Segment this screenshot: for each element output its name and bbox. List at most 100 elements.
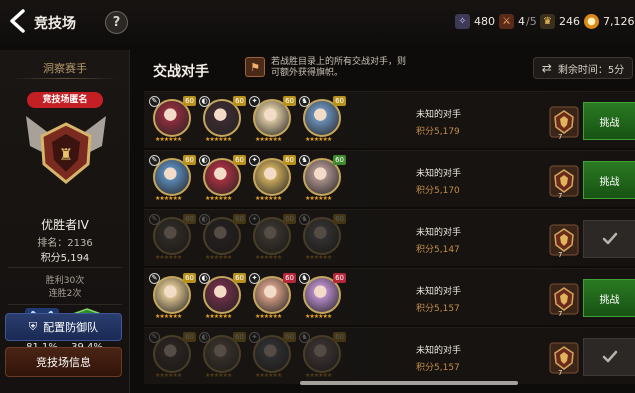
completed-button[interactable] [583,220,635,258]
resource-crest[interactable]: ✧ 480 [455,14,495,29]
opponent-row[interactable]: ✎ 60 ★★★★★★ ◐ 60 ★★★★★★ ✦ 60 ★★★★★★ ♞ 60 ★★★★★★ 未知的对… [144,327,635,384]
hero-portrait[interactable]: ◐ 60 ★★★★★★ [199,332,246,379]
hero-portrait[interactable]: ✎ 60 ★★★★★★ [149,96,196,143]
hero-portrait[interactable]: ◐ 60 ★★★★★★ [199,155,246,202]
hero-portrait[interactable]: ♞ 60 ★★★★★★ [299,273,346,320]
hero-level: 60 [233,214,246,224]
hero-class-icon: ✎ [149,155,160,166]
star-rating-icon: ★★★★★★ [255,254,282,261]
hero-portrait[interactable]: ✎ 60 ★★★★★★ [149,214,196,261]
hero-level: 60 [183,332,196,342]
hero-portrait[interactable]: ✎ 60 ★★★★★★ [149,273,196,320]
crown-icon: ♛ [540,14,555,29]
hero-level: 60 [283,155,296,165]
star-rating-icon: ★★★★★★ [205,313,232,320]
hero-level: 60 [183,214,196,224]
medal-count: 7 [558,310,563,318]
hero-class-icon: ♞ [299,332,310,343]
win-streak: 连胜2次 [48,289,82,299]
opponent-row[interactable]: ✎ 60 ★★★★★★ ◐ 60 ★★★★★★ ✦ 60 ★★★★★★ ♞ 60 ★★★★★★ 未知的对… [144,268,635,325]
opponent-row[interactable]: ✎ 60 ★★★★★★ ◐ 60 ★★★★★★ ✦ 60 ★★★★★★ ♞ 60 ★★★★★★ 未知的对… [144,209,635,266]
hero-portrait[interactable]: ✦ 60 ★★★★★★ [249,96,296,143]
hero-portrait[interactable]: ◐ 60 ★★★★★★ [199,96,246,143]
hero-lineup: ✎ 60 ★★★★★★ ◐ 60 ★★★★★★ ✦ 60 ★★★★★★ ♞ 60 ★★★★★★ [149,332,346,379]
gold-coin-icon: ● [584,14,599,29]
opponent-name: 未知的对手 [416,228,462,238]
top-bar: 竞技场 ? ✧ 480 ⚔ 4/5 ♛ 246 ● 7,126,9 [0,0,635,44]
hero-class-icon: ◐ [199,96,210,107]
hero-portrait[interactable]: ♞ 60 ★★★★★★ [299,96,346,143]
hero-portrait[interactable]: ♞ 60 ★★★★★★ [299,155,346,202]
hero-class-icon: ✎ [149,332,160,343]
star-rating-icon: ★★★★★★ [205,254,232,261]
arena-info-button[interactable]: 竞技场信息 [5,347,122,377]
medal-count: 7 [558,369,563,377]
rank-medal-icon [549,106,579,138]
resource-gold[interactable]: ● 7,126,9 [584,14,635,29]
hero-class-icon: ✦ [249,214,260,225]
hero-portrait[interactable]: ✎ 60 ★★★★★★ [149,155,196,202]
rank-medal-icon [549,224,579,256]
checkmark-icon [602,232,617,245]
hero-class-icon: ◐ [199,332,210,343]
challenge-button[interactable]: 挑战 [583,102,635,140]
button-label: 配置防御队 [43,321,99,334]
star-rating-icon: ★★★★★★ [255,372,282,379]
help-button[interactable]: ? [105,11,128,34]
star-rating-icon: ★★★★★★ [305,372,332,379]
hero-level: 60 [333,332,346,342]
resource-value: 246 [559,15,580,28]
hero-level: 60 [233,155,246,165]
button-label: 竞技场信息 [36,356,91,369]
rank-emblem-icon: ♜ [26,116,106,184]
medal-count: 7 [558,192,563,200]
hero-portrait[interactable]: ♞ 60 ★★★★★★ [299,332,346,379]
resource-crown[interactable]: ♛ 246 [540,14,580,29]
star-rating-icon: ★★★★★★ [305,195,332,202]
hero-lineup: ✎ 60 ★★★★★★ ◐ 60 ★★★★★★ ✦ 60 ★★★★★★ ♞ 60 ★★★★★★ [149,273,346,320]
hero-portrait[interactable]: ◐ 60 ★★★★★★ [199,273,246,320]
scroll-indicator[interactable] [300,381,518,385]
hero-lineup: ✎ 60 ★★★★★★ ◐ 60 ★★★★★★ ✦ 60 ★★★★★★ ♞ 60 ★★★★★★ [149,155,346,202]
resource-value: 4 [518,15,525,28]
hero-portrait[interactable]: ◐ 60 ★★★★★★ [199,214,246,261]
hero-class-icon: ✎ [149,214,160,225]
win-record: 胜利30次 连胜2次 [0,275,130,301]
opponent-score: 积分5,157 [416,363,460,373]
hero-portrait[interactable]: ✦ 60 ★★★★★★ [249,273,296,320]
hero-portrait[interactable]: ✦ 60 ★★★★★★ [249,214,296,261]
notice-text: 若战胜目录上的所有交战对手，则可额外获得旗帜。 [271,57,407,78]
challenge-button[interactable]: 挑战 [583,279,635,317]
back-icon[interactable] [8,9,28,33]
hero-level: 60 [283,273,296,283]
hero-portrait[interactable]: ✦ 60 ★★★★★★ [249,332,296,379]
opponent-score: 积分5,157 [416,304,460,314]
resource-sword[interactable]: ⚔ 4/5 [499,14,537,29]
refresh-icon: ⇄ [541,61,552,75]
challenge-button[interactable]: 挑战 [583,161,635,199]
star-rating-icon: ★★★★★★ [205,372,232,379]
hero-class-icon: ♞ [299,96,310,107]
profile-panel: 洞察赛手 ♜ 竞技场匿名 优胜者IV 排名：2136 积分5,194 胜利30次… [0,50,130,393]
hero-class-icon: ◐ [199,214,210,225]
hero-portrait[interactable]: ✎ 60 ★★★★★★ [149,332,196,379]
hero-level: 60 [183,155,196,165]
hero-portrait[interactable]: ✦ 60 ★★★★★★ [249,155,296,202]
hero-class-icon: ◐ [199,155,210,166]
completed-button[interactable] [583,338,635,376]
opponent-name: 未知的对手 [416,346,462,356]
page-title: 竞技场 [34,16,76,32]
star-rating-icon: ★★★★★★ [155,136,182,143]
star-rating-icon: ★★★★★★ [255,313,282,320]
rank-name: 优胜者IV [41,218,89,232]
star-rating-icon: ★★★★★★ [205,195,232,202]
opponent-score: 积分5,179 [416,127,460,137]
opponent-row[interactable]: ✎ 60 ★★★★★★ ◐ 60 ★★★★★★ ✦ 60 ★★★★★★ ♞ 60 ★★★★★★ 未知的对… [144,91,635,148]
hero-portrait[interactable]: ♞ 60 ★★★★★★ [299,214,346,261]
opponents-title: 交战对手 [153,64,209,80]
star-rating-icon: ★★★★★★ [155,254,182,261]
star-rating-icon: ★★★★★★ [205,136,232,143]
opponent-row[interactable]: ✎ 60 ★★★★★★ ◐ 60 ★★★★★★ ✦ 60 ★★★★★★ ♞ 60 ★★★★★★ 未知的对… [144,150,635,207]
refresh-timer-button[interactable]: ⇄ 剩余时间：5分 [533,57,633,79]
configure-defense-button[interactable]: ⛨ 配置防御队 [5,313,122,341]
